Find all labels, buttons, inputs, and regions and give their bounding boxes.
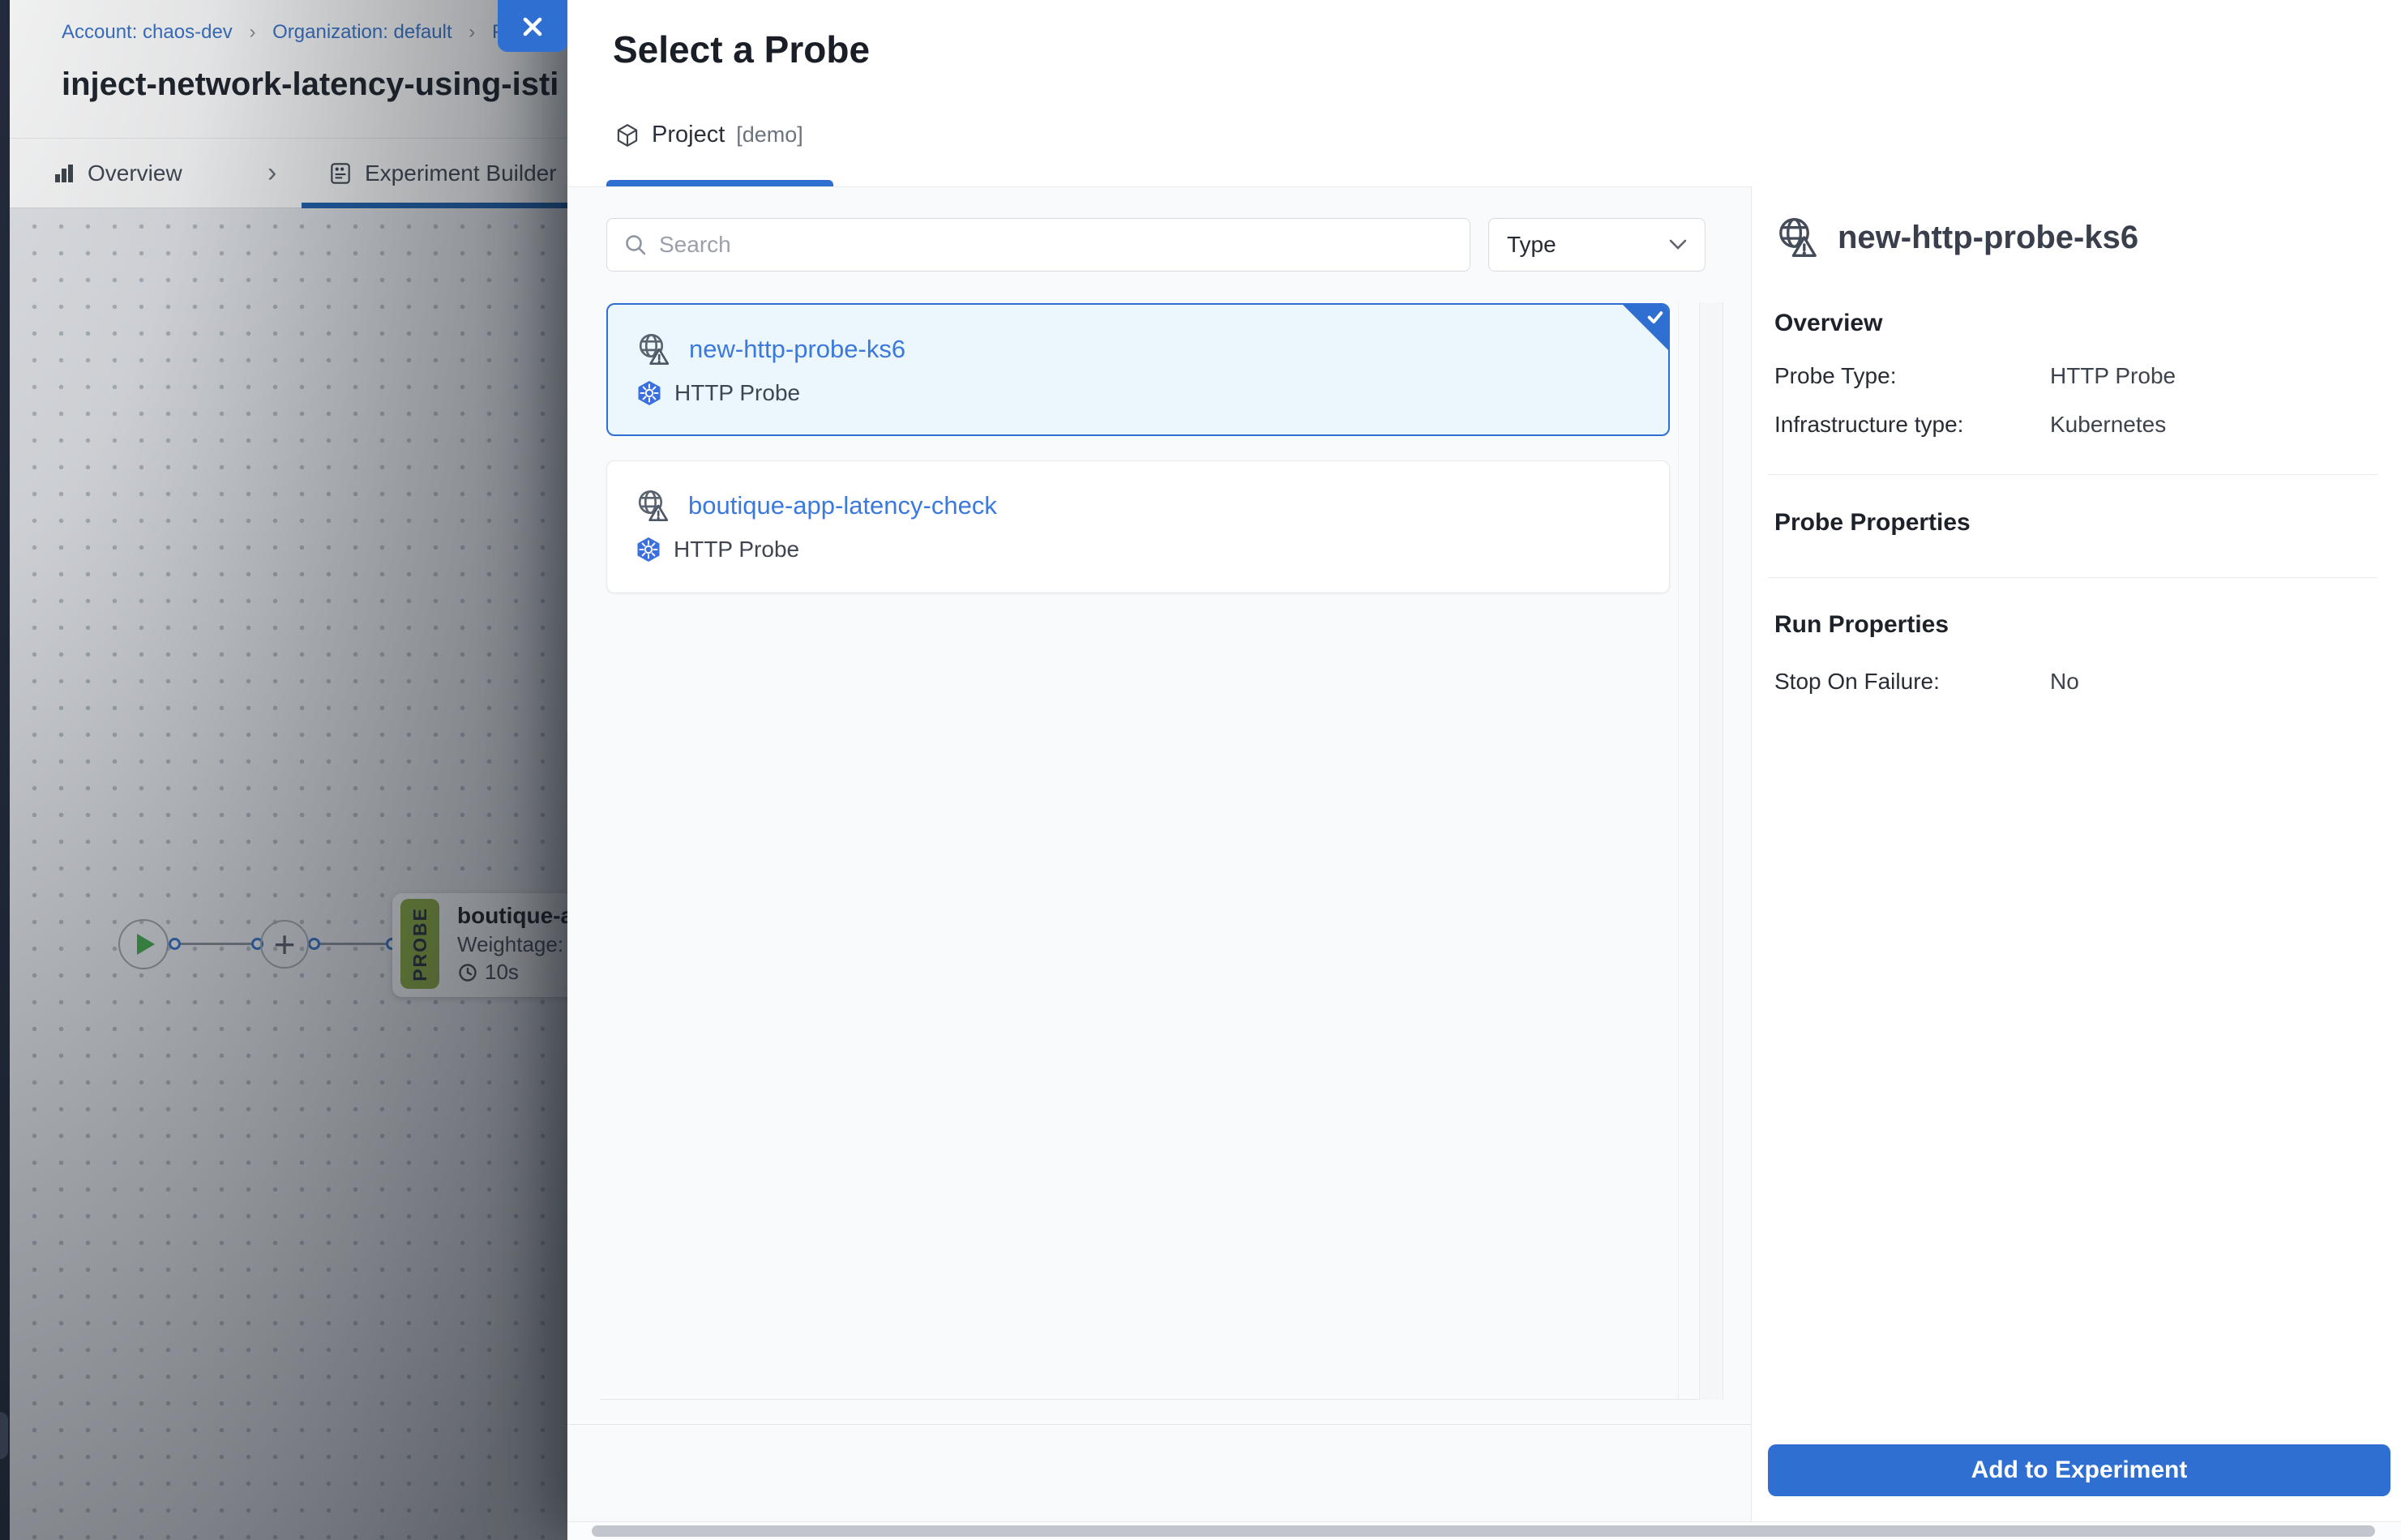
close-icon [520, 15, 545, 39]
probe-properties-heading: Probe Properties [1774, 509, 1971, 537]
list-footer [567, 1400, 1751, 1425]
type-filter-dropdown[interactable]: Type [1488, 218, 1706, 272]
probe-list-panel: Type new-http-probe-ks6 [567, 186, 1751, 1521]
run-properties-heading: Run Properties [1774, 611, 1949, 639]
probe-type-value: HTTP Probe [2050, 363, 2176, 389]
list-scrollbar-track[interactable] [1699, 302, 1723, 1400]
probe-name-link[interactable]: boutique-app-latency-check [688, 491, 997, 520]
type-filter-label: Type [1507, 232, 1556, 258]
tab-project[interactable]: Project [demo] [614, 122, 803, 148]
probe-details-panel: new-http-probe-ks6 Overview Probe Type: … [1751, 186, 2401, 1521]
add-to-experiment-button[interactable]: Add to Experiment [1768, 1444, 2390, 1496]
check-icon [1646, 309, 1664, 325]
active-tab-underline [606, 180, 833, 186]
probe-details-title: new-http-probe-ks6 [1838, 220, 2138, 256]
search-input[interactable] [659, 232, 1453, 258]
horizontal-scrollbar-thumb[interactable] [592, 1525, 2375, 1537]
probe-card-boutique-app-latency-check[interactable]: boutique-app-latency-check HTTP Probe [606, 460, 1670, 593]
modal-backdrop[interactable] [0, 0, 569, 1540]
cube-icon [614, 122, 640, 148]
horizontal-scrollbar[interactable] [567, 1521, 2401, 1540]
http-probe-icon [635, 487, 672, 524]
overview-heading: Overview [1774, 310, 1882, 337]
http-probe-icon [1774, 214, 1821, 261]
section-divider [1768, 577, 2377, 578]
infrastructure-type-label: Infrastructure type: [1774, 412, 1963, 438]
list-divider [1678, 302, 1679, 1400]
probe-card-new-http-probe-ks6[interactable]: new-http-probe-ks6 HTTP Probe [606, 303, 1670, 436]
kubernetes-icon [635, 536, 662, 563]
kubernetes-icon [636, 379, 663, 407]
probe-type-label: HTTP Probe [674, 380, 800, 406]
probe-type-label: Probe Type: [1774, 363, 1896, 389]
search-box [606, 218, 1470, 272]
infrastructure-type-value: Kubernetes [2050, 412, 2166, 438]
screen: Account: chaos-dev › Organization: defau… [0, 0, 2401, 1540]
stop-on-failure-label: Stop On Failure: [1774, 669, 1940, 695]
close-button[interactable] [498, 0, 567, 52]
select-probe-modal: Select a Probe Project [demo] Type [567, 0, 2401, 1540]
tab-project-label: Project [652, 122, 725, 148]
chevron-down-icon [1669, 239, 1687, 250]
tab-project-scope: [demo] [736, 122, 803, 148]
probe-name-link[interactable]: new-http-probe-ks6 [689, 335, 905, 364]
probe-type-label: HTTP Probe [674, 537, 799, 563]
section-divider [1768, 474, 2377, 475]
search-icon [623, 233, 648, 257]
http-probe-icon [636, 331, 673, 368]
modal-title: Select a Probe [613, 28, 870, 71]
stop-on-failure-value: No [2050, 669, 2079, 695]
